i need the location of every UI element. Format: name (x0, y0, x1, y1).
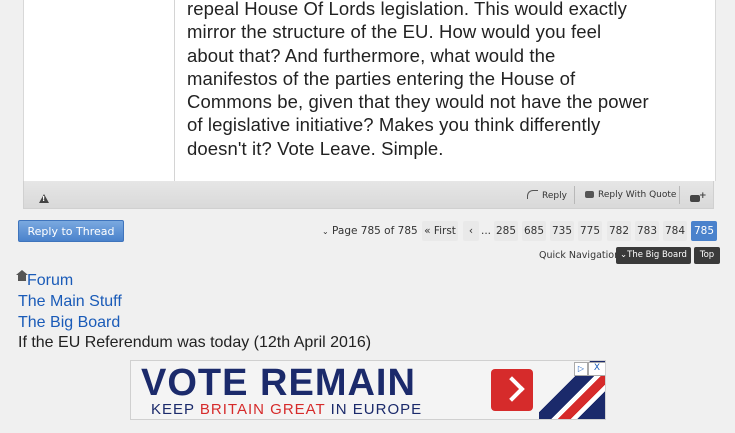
post-message: repeal House Of Lords legislation. This … (187, 0, 707, 160)
page-indicator[interactable]: ⌄ Page 785 of 785 (322, 221, 418, 241)
page-text: Page 785 of 785 (332, 225, 418, 237)
page-link-783[interactable]: 783 (635, 221, 659, 241)
post-line: doesn't it? Vote Leave. Simple. (187, 137, 444, 159)
post-line: of legislative initiative? Makes you thi… (187, 114, 601, 136)
breadcrumb-forum-label: Forum (27, 272, 74, 289)
ad-arrow-button[interactable] (491, 369, 533, 411)
ad-subline-part: IN EUROPE (325, 401, 423, 418)
page-link-285[interactable]: 285 (494, 221, 518, 241)
prev-page-link[interactable]: ‹ (463, 221, 479, 241)
footer-divider (574, 186, 575, 204)
multi-quote-icon[interactable] (690, 191, 707, 202)
page-link-735[interactable]: 735 (550, 221, 574, 241)
reply-button[interactable]: Reply (527, 190, 567, 201)
ad-headline: VOTE REMAIN (141, 362, 416, 405)
home-icon (16, 270, 28, 281)
post-line: mirror the structure of the EU. How woul… (187, 21, 602, 43)
reply-to-thread-button[interactable]: Reply to Thread (18, 220, 124, 242)
page-link-685[interactable]: 685 (522, 221, 546, 241)
report-post-icon[interactable] (39, 194, 49, 203)
page-link-775[interactable]: 775 (578, 221, 602, 241)
reply-with-quote-button[interactable]: Reply With Quote (585, 190, 676, 200)
quick-nav-forum-select[interactable]: ⌄The Big Board (616, 247, 691, 264)
post-user-column (24, 0, 175, 181)
advertisement-banner[interactable]: VOTE REMAIN KEEP BRITAIN GREAT IN EUROPE… (130, 360, 606, 420)
ad-close-icon[interactable]: X (588, 362, 605, 376)
reply-arrow-icon (527, 190, 538, 199)
ad-info-icon[interactable]: ▷ (574, 362, 588, 376)
first-page-link[interactable]: « First (422, 221, 458, 241)
reply-with-quote-label: Reply With Quote (598, 190, 677, 200)
footer-divider (679, 186, 680, 204)
ad-subline: KEEP BRITAIN GREAT IN EUROPE (151, 401, 422, 418)
page-link-784[interactable]: 784 (663, 221, 687, 241)
ad-subline-highlight: BRITAIN GREAT (199, 401, 326, 418)
reply-label: Reply (542, 191, 567, 201)
top-button[interactable]: Top (694, 247, 720, 264)
post-card: repeal House Of Lords legislation. This … (23, 0, 716, 181)
post-line: about that? And furthermore, what would … (187, 44, 556, 66)
page-link-current[interactable]: 785 (691, 221, 717, 241)
thread-title: If the EU Referendum was today (12th Apr… (18, 334, 372, 351)
page-link-782[interactable]: 782 (607, 221, 631, 241)
post-line: manifestos of the parties entering the H… (187, 67, 576, 89)
breadcrumb-main-stuff[interactable]: The Main Stuff (18, 293, 122, 311)
post-footer: Reply Reply With Quote (23, 181, 714, 209)
breadcrumb-big-board[interactable]: The Big Board (18, 314, 120, 332)
quote-bubble-icon (585, 191, 594, 198)
ad-subline-part: KEEP (151, 401, 200, 418)
quick-navigation-label: Quick Navigation (539, 250, 621, 261)
post-line: repeal House Of Lords legislation. This … (187, 0, 627, 19)
chevron-down-icon: ⌄ (322, 227, 329, 236)
post-line: Commons be, given that they would not ha… (187, 91, 649, 113)
ad-headline-remain: REMAIN (260, 362, 416, 404)
pagination-ellipsis: ... (480, 225, 491, 237)
quick-nav-forum-label: The Big Board (627, 250, 687, 260)
breadcrumb-forum[interactable]: Forum (16, 270, 74, 290)
ad-headline-part: VOTE (141, 362, 261, 404)
